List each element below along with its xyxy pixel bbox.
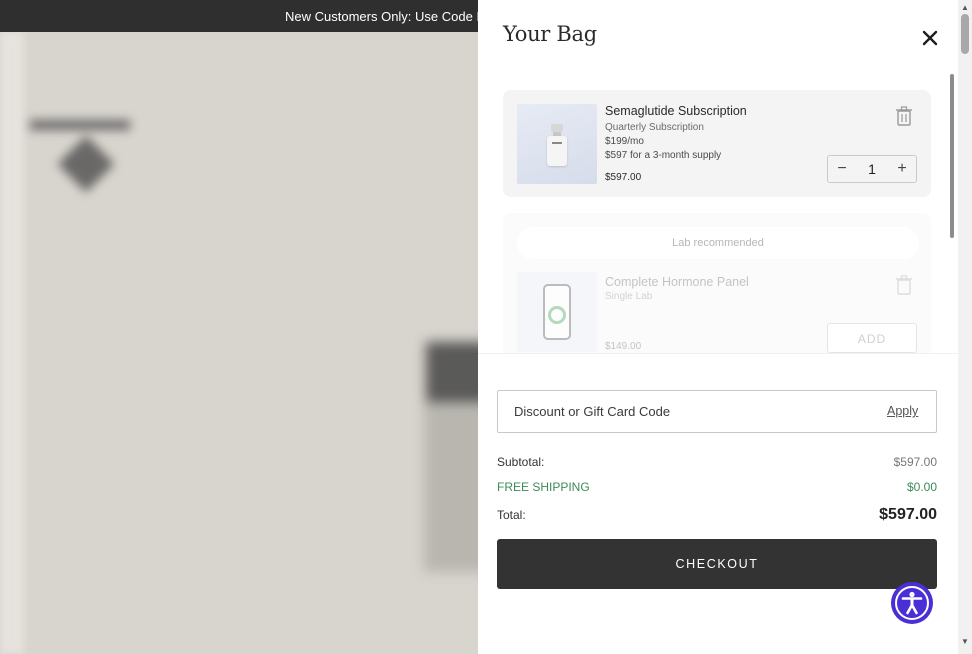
recommended-item-type: Single Lab <box>605 291 653 302</box>
page-scrollbar-thumb[interactable] <box>961 14 969 54</box>
minus-icon: − <box>837 160 847 177</box>
shipping-value: $0.00 <box>906 480 937 494</box>
recommended-label: Lab recommended <box>517 227 919 259</box>
accessibility-button[interactable] <box>891 582 933 624</box>
cart-title: Your Bag <box>503 22 597 46</box>
subtotal-value: $597.00 <box>893 455 937 469</box>
quantity-stepper: − 1 + <box>827 155 917 183</box>
cart-scrollbar[interactable] <box>949 70 955 353</box>
vial-icon <box>547 124 567 166</box>
recommended-item-price: $149.00 <box>605 341 642 352</box>
recommended-item-name[interactable]: Complete Hormone Panel <box>605 275 749 289</box>
item-supply-note: $597 for a 3-month supply <box>605 150 722 161</box>
background-product-image <box>420 332 478 582</box>
item-name[interactable]: Semaglutide Subscription <box>605 104 747 118</box>
discount-code-input[interactable] <box>499 392 859 431</box>
recommended-thumbnail[interactable] <box>517 272 597 352</box>
total-label: Total: <box>497 508 526 522</box>
divider <box>478 353 958 354</box>
background-page <box>0 32 478 654</box>
close-cart-button[interactable] <box>918 26 942 50</box>
accessibility-icon <box>895 586 929 620</box>
checkout-button[interactable]: CHECKOUT <box>497 539 937 589</box>
item-line-total: $597.00 <box>605 172 642 183</box>
apply-discount-link[interactable]: Apply <box>887 404 918 418</box>
cart-drawer: Your Bag Semaglutide Subscription Quarte… <box>478 0 958 654</box>
decrease-quantity-button[interactable]: − <box>832 159 852 179</box>
item-monthly-price: $199/mo <box>605 136 644 147</box>
remove-item-button[interactable] <box>895 106 913 126</box>
recommended-section: Lab recommended Complete Hormone Panel S… <box>503 213 931 353</box>
close-icon <box>922 30 938 46</box>
background-strip <box>0 32 24 654</box>
plus-icon: + <box>897 160 907 177</box>
cart-items-scroll-area[interactable]: Semaglutide Subscription Quarterly Subsc… <box>478 70 958 353</box>
scroll-down-icon[interactable]: ▼ <box>961 637 969 646</box>
background-logo <box>30 114 130 204</box>
item-plan: Quarterly Subscription <box>605 122 704 133</box>
page-scrollbar[interactable]: ▲ ▼ <box>958 0 972 654</box>
remove-recommended-button[interactable] <box>895 275 913 295</box>
increase-quantity-button[interactable]: + <box>892 159 912 179</box>
cart-item: Semaglutide Subscription Quarterly Subsc… <box>503 90 931 197</box>
product-thumbnail[interactable] <box>517 104 597 184</box>
subtotal-label: Subtotal: <box>497 455 545 469</box>
discount-field: Apply <box>497 390 937 433</box>
trash-icon <box>896 106 912 126</box>
total-value: $597.00 <box>879 506 937 523</box>
scroll-up-icon[interactable]: ▲ <box>961 3 969 12</box>
quantity-value[interactable]: 1 <box>858 161 886 177</box>
add-recommended-button[interactable]: ADD <box>827 323 917 353</box>
cart-scrollbar-thumb[interactable] <box>950 74 954 238</box>
promo-banner-text: New Customers Only: Use Code NY <box>285 9 495 24</box>
phone-app-icon <box>543 284 571 340</box>
trash-icon <box>896 275 912 295</box>
shipping-label: FREE SHIPPING <box>497 480 590 494</box>
